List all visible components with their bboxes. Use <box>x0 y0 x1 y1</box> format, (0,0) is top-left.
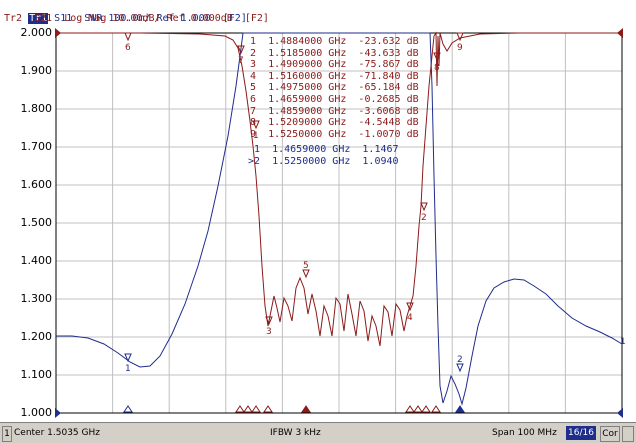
marker-value: -71.840 dB <box>358 70 419 82</box>
marker-number: >2 <box>248 155 261 167</box>
marker-value: -75.867 dB <box>358 59 419 71</box>
marker-row: 1 1.4659000 GHz 1.1467 <box>248 144 399 156</box>
trace-end-label: 1 <box>620 337 626 347</box>
y-tick-label: 1.400 <box>20 254 53 267</box>
correction-indicator[interactable]: Cor <box>600 426 620 442</box>
marker-position-indicator[interactable] <box>235 405 245 413</box>
marker-frequency: 1.4909000 GHz <box>256 59 359 71</box>
marker-label: 1 <box>125 364 131 374</box>
marker-number: 6 <box>238 93 257 105</box>
marker-number: 4 <box>238 70 257 82</box>
marker-row: 1 1.4884000 GHz -23.632 dB <box>238 36 419 48</box>
plot-area[interactable]: 671354289121 2.000 1.900 1.800 1.700 1.600 1.… <box>0 26 636 422</box>
marker-triangle[interactable] <box>124 32 132 42</box>
marker-row: 6 1.4659000 GHz -0.2685 dB <box>238 94 419 106</box>
y-tick-label: 1.100 <box>20 368 53 381</box>
marker-label: 9 <box>457 43 463 53</box>
marker-position-indicator[interactable] <box>301 405 311 413</box>
reference-marker-s11-right <box>617 408 623 418</box>
marker-value: -23.632 dB <box>358 36 419 47</box>
marker-position-indicator[interactable] <box>263 405 273 413</box>
marker-row: 2 1.5185000 GHz -43.633 dB <box>238 48 419 60</box>
marker-frequency: 1.5160000 GHz <box>256 70 359 82</box>
marker-frequency: 1.5185000 GHz <box>256 47 359 59</box>
marker-label: 5 <box>303 261 309 271</box>
ifbw-setting[interactable]: IFBW 3 kHz <box>270 426 321 440</box>
marker-triangle[interactable] <box>420 202 428 212</box>
marker-row: 9 1.5250000 GHz -1.0070 dB <box>238 129 419 141</box>
marker-value: -1.0070 dB <box>358 128 419 140</box>
y-tick-label: 1.000 <box>20 406 53 419</box>
marker-position-indicator[interactable] <box>413 405 423 413</box>
s11-marker-table: 1 1.4659000 GHz 1.1467 >2 1.5250000 GHz 1… <box>248 144 399 167</box>
marker-number: 8 <box>238 117 257 129</box>
marker-triangle[interactable] <box>456 363 464 373</box>
marker-row: 7 1.4859000 GHz -3.6068 dB <box>238 106 419 118</box>
status-extra-box <box>622 426 634 442</box>
marker-frequency: 1.5250000 GHz <box>256 128 359 140</box>
marker-position-indicator[interactable] <box>251 405 261 413</box>
bottom-marker-strip <box>123 405 465 413</box>
marker-frequency: 1.4659000 GHz <box>260 144 363 155</box>
marker-value: -3.6068 dB <box>358 105 419 117</box>
marker-triangle[interactable] <box>124 353 132 363</box>
status-bar: 1 Center 1.5035 GHz IFBW 3 kHz Span 100 … <box>0 422 636 443</box>
marker-position-indicator[interactable] <box>421 405 431 413</box>
marker-frequency: 1.4859000 GHz <box>256 105 359 117</box>
marker-triangle[interactable] <box>302 269 310 279</box>
marker-value: -65.184 dB <box>358 82 419 94</box>
trace2-line[interactable]: Tr2 S21 Log Mag 10.00dB/ Ref 0.000dB [F2… <box>4 13 269 25</box>
marker-position-indicator[interactable] <box>405 405 415 413</box>
reference-marker-s21-right <box>617 28 623 38</box>
marker-position-indicator[interactable] <box>431 405 441 413</box>
marker-label: 4 <box>407 313 413 323</box>
marker-row: >2 1.5250000 GHz 1.0940 <box>248 156 399 168</box>
marker-number: 5 <box>238 82 257 94</box>
marker-value: -4.5448 dB <box>358 117 419 129</box>
marker-number: 9 <box>238 128 257 140</box>
marker-position-indicator[interactable] <box>243 405 253 413</box>
channel-indicator[interactable]: 1 <box>2 426 12 442</box>
y-tick-label: 1.300 <box>20 292 53 305</box>
marker-label: 6 <box>125 43 131 53</box>
y-tick-label: 2.000 <box>20 26 53 39</box>
marker-number: 1 <box>238 36 257 47</box>
marker-label: 3 <box>266 327 272 337</box>
y-tick-label: 1.200 <box>20 330 53 343</box>
span-setting[interactable]: Span 100 MHz <box>492 426 557 440</box>
reference-marker-s21 <box>55 28 61 38</box>
marker-row: 3 1.4909000 GHz -75.867 dB <box>238 59 419 71</box>
s21-marker-table: 1 1.4884000 GHz -23.632 dB 2 1.5185000 G… <box>238 36 419 140</box>
marker-label: 2 <box>421 213 427 223</box>
marker-row: 8 1.5209000 GHz -4.5448 dB <box>238 117 419 129</box>
marker-value: -43.633 dB <box>358 47 419 59</box>
center-frequency[interactable]: Center 1.5035 GHz <box>14 426 100 440</box>
marker-value: 1.0940 <box>362 155 399 167</box>
marker-number: 3 <box>238 59 257 71</box>
y-tick-label: 1.800 <box>20 102 53 115</box>
reference-marker-s11 <box>55 408 61 418</box>
marker-row: 5 1.4975000 GHz -65.184 dB <box>238 82 419 94</box>
sweep-count: 16/16 <box>566 426 596 440</box>
marker-value: -0.2685 dB <box>358 93 419 105</box>
marker-row: 4 1.5160000 GHz -71.840 dB <box>238 71 419 83</box>
marker-frequency: 1.4659000 GHz <box>256 93 359 105</box>
marker-frequency: 1.4975000 GHz <box>256 82 359 94</box>
marker-number: 7 <box>238 105 257 117</box>
y-tick-label: 1.900 <box>20 64 53 77</box>
marker-frequency: 1.4884000 GHz <box>256 36 359 47</box>
marker-value: 1.1467 <box>362 144 399 155</box>
marker-number: 2 <box>238 47 257 59</box>
y-tick-label: 1.500 <box>20 216 53 229</box>
marker-label: 8 <box>434 63 440 73</box>
trace-header: Tr1 S11 SWR 100.0m/ Ref 1.000 [F2] Tr2 S… <box>0 0 636 26</box>
y-tick-label: 1.600 <box>20 178 53 191</box>
marker-position-indicator[interactable] <box>123 405 133 413</box>
marker-frequency: 1.5209000 GHz <box>256 117 359 129</box>
marker-frequency: 1.5250000 GHz <box>260 155 363 167</box>
marker-number: 1 <box>248 144 261 155</box>
marker-position-indicator[interactable] <box>455 405 465 413</box>
y-tick-label: 1.700 <box>20 140 53 153</box>
marker-label: 2 <box>457 355 463 365</box>
